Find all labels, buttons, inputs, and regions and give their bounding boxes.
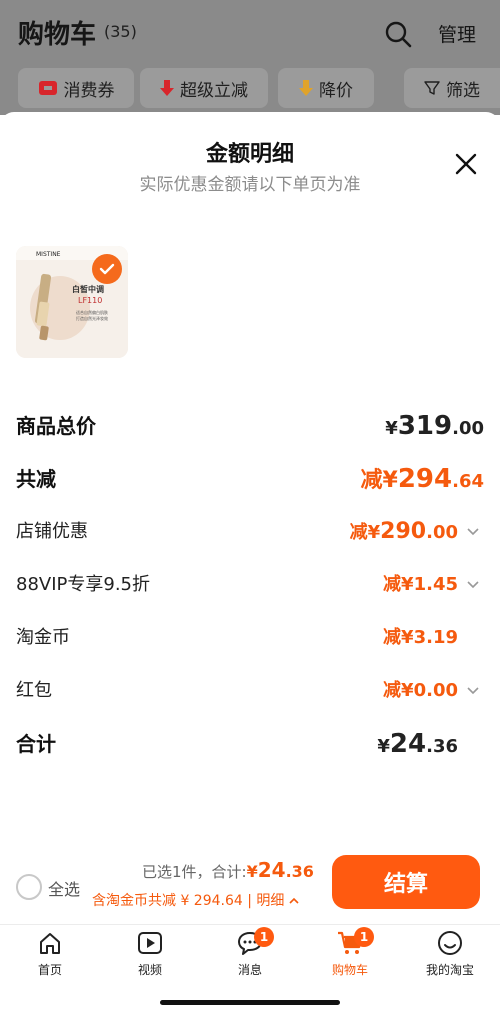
row-value: 减 ¥294.64 bbox=[360, 464, 485, 494]
row-red-packet[interactable]: 红包 减 ¥0.00 bbox=[16, 673, 484, 709]
tab-label: 首页 bbox=[37, 963, 62, 977]
video-icon bbox=[138, 932, 162, 954]
tab-video[interactable]: 视频 bbox=[110, 929, 190, 985]
select-all-radio[interactable] bbox=[16, 874, 42, 900]
row-value: 减 ¥1.45 bbox=[383, 574, 458, 595]
selected-check-badge bbox=[92, 254, 122, 284]
row-grand-total: 合计 ¥24.36 bbox=[16, 726, 484, 762]
filter-chip-label: 消费券 bbox=[63, 80, 115, 101]
shade-label: 白皙中调 bbox=[72, 285, 104, 294]
filter-chip-coupon[interactable]: 消费券 bbox=[18, 68, 134, 108]
row-label: 淘金币 bbox=[16, 627, 70, 648]
shade-code: LF110 bbox=[78, 296, 103, 305]
row-label: 红包 bbox=[16, 680, 52, 701]
coupon-icon bbox=[38, 81, 57, 95]
cart-header: 购物车 (35) 管理 bbox=[0, 0, 500, 64]
tab-label: 购物车 bbox=[331, 963, 368, 977]
row-store-discount[interactable]: 店铺优惠 减 ¥290.00 bbox=[16, 514, 484, 550]
tab-label: 消息 bbox=[237, 963, 262, 977]
home-indicator bbox=[160, 1000, 340, 1005]
check-icon bbox=[99, 263, 115, 275]
row-label: 店铺优惠 bbox=[16, 521, 88, 542]
tab-home[interactable]: 首页 bbox=[10, 929, 90, 985]
brand-text: MISTINE bbox=[36, 251, 61, 258]
row-88vip-discount[interactable]: 88VIP专享9.5折 减 ¥1.45 bbox=[16, 567, 484, 603]
product-small-text: 打造自然光泽妆效 bbox=[76, 316, 108, 321]
checkout-bar: 全选 已选1件，合计:¥24.36 含淘金币共减 ¥ 294.64 | 明细 结… bbox=[0, 852, 500, 924]
notification-badge: 1 bbox=[354, 927, 374, 947]
row-taojinbi: 淘金币 减 ¥3.19 bbox=[16, 620, 484, 656]
price-drop-icon bbox=[299, 80, 313, 96]
tab-label: 我的淘宝 bbox=[425, 963, 474, 977]
row-total-discount: 共减 减 ¥294.64 bbox=[16, 461, 484, 497]
search-icon[interactable] bbox=[384, 20, 412, 48]
checkout-button[interactable]: 结算 bbox=[332, 855, 480, 909]
discount-details-link[interactable]: 含淘金币共减 ¥ 294.64 | 明细 bbox=[92, 890, 299, 910]
row-value: ¥319.00 bbox=[385, 411, 484, 441]
selected-summary: 已选1件，合计:¥24.36 bbox=[142, 858, 314, 882]
manage-button[interactable]: 管理 bbox=[438, 20, 476, 47]
row-value: 减 ¥3.19 bbox=[383, 627, 458, 648]
tab-cart[interactable]: 1 购物车 bbox=[310, 927, 390, 985]
close-icon[interactable] bbox=[452, 150, 480, 178]
filter-chip-price-drop[interactable]: 降价 bbox=[278, 68, 374, 108]
tab-messages[interactable]: 1 消息 bbox=[210, 927, 290, 985]
filter-chip-super-discount[interactable]: 超级立减 bbox=[140, 68, 268, 108]
row-label: 共减 bbox=[16, 467, 56, 491]
row-label: 商品总价 bbox=[16, 414, 96, 438]
profile-icon bbox=[438, 931, 462, 955]
cart-count: (35) bbox=[104, 22, 137, 41]
chevron-up-icon bbox=[289, 897, 299, 904]
row-label: 合计 bbox=[16, 732, 56, 756]
filter-chip-label: 筛选 bbox=[446, 80, 480, 101]
chevron-down-icon[interactable] bbox=[466, 579, 480, 591]
filter-icon bbox=[424, 81, 440, 95]
down-arrow-icon bbox=[160, 80, 174, 96]
filter-chip-label: 超级立减 bbox=[180, 80, 248, 101]
select-all-label[interactable]: 全选 bbox=[48, 876, 80, 900]
chevron-down-icon[interactable] bbox=[466, 526, 480, 538]
tab-my-taobao[interactable]: 我的淘宝 bbox=[410, 929, 490, 985]
sheet-title: 金额明细 bbox=[205, 142, 294, 167]
filter-chip-label: 降价 bbox=[319, 80, 353, 101]
filter-bar: 消费券 超级立减 降价 筛选 bbox=[0, 68, 500, 108]
filter-chip-filter[interactable]: 筛选 bbox=[404, 68, 500, 108]
row-value: ¥24.36 bbox=[377, 729, 458, 759]
home-icon bbox=[40, 933, 60, 954]
notification-badge: 1 bbox=[254, 927, 274, 947]
bottom-tab-bar: 首页 视频 1 消息 1 购物车 我的淘宝 bbox=[0, 924, 500, 1012]
page-title: 购物车 bbox=[18, 20, 97, 50]
row-subtotal: 商品总价 ¥319.00 bbox=[16, 408, 484, 444]
sheet-subtitle: 实际优惠金额请以下单页为准 bbox=[139, 175, 361, 195]
chevron-down-icon[interactable] bbox=[466, 685, 480, 697]
row-label: 88VIP专享9.5折 bbox=[16, 574, 151, 595]
row-value: 减 ¥290.00 bbox=[349, 519, 458, 544]
tab-label: 视频 bbox=[137, 963, 162, 977]
row-value: 减 ¥0.00 bbox=[383, 680, 458, 701]
